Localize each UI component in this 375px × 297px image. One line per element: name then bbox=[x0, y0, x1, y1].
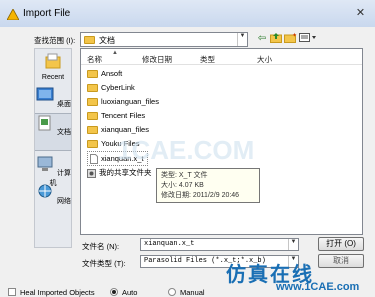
list-item[interactable]: luoxianguan_files bbox=[87, 95, 159, 108]
file-icon bbox=[90, 154, 98, 165]
close-button[interactable]: ✕ bbox=[353, 7, 368, 20]
list-item[interactable]: 我的共享文件夹 bbox=[87, 166, 152, 179]
auto-label: Auto bbox=[122, 288, 138, 297]
filename-label: 文件名 (N): bbox=[82, 242, 120, 251]
place-label: 文档 bbox=[56, 129, 71, 136]
chevron-down-icon[interactable]: ▼ bbox=[288, 239, 298, 250]
sort-up-icon: ▲ bbox=[112, 50, 118, 56]
documents-icon bbox=[38, 115, 51, 131]
tooltip-modified: 修改日期: 2011/2/9 20:46 bbox=[161, 192, 240, 199]
folder-icon bbox=[87, 98, 98, 107]
heal-label: Heal Imported Objects bbox=[20, 288, 95, 297]
folder-icon bbox=[84, 36, 95, 44]
recent-icon bbox=[45, 53, 61, 69]
place-label: 桌面 bbox=[56, 101, 71, 108]
item-name: Tencent Files bbox=[101, 111, 146, 120]
filename-value: xianquan.x_t bbox=[144, 240, 195, 248]
places-bar: Recent 桌面 文档 计算机 网络 bbox=[34, 48, 72, 248]
tooltip-type: 类型: X_T 文件 bbox=[161, 172, 208, 179]
place-recent[interactable]: Recent bbox=[35, 52, 71, 81]
title-bar: Import File ✕ bbox=[0, 0, 375, 27]
svg-text:✦: ✦ bbox=[292, 32, 297, 39]
manual-label: Manual bbox=[180, 288, 205, 297]
folder-icon bbox=[87, 84, 98, 93]
chevron-down-icon[interactable]: ▼ bbox=[237, 33, 247, 46]
folder-icon bbox=[87, 140, 98, 149]
import-file-dialog: Import File ✕ 查找范围 (I): 文档 ▼ ⇦ ✦ Recent … bbox=[0, 0, 375, 297]
lookin-combo[interactable]: 文档 ▼ bbox=[80, 32, 248, 47]
place-network[interactable]: 网络 bbox=[35, 183, 71, 206]
window-title: Import File bbox=[23, 8, 71, 19]
watermark-mid: 1CAE.COM bbox=[117, 135, 255, 165]
cancel-button[interactable]: 取消 bbox=[318, 254, 364, 268]
lookin-value: 文档 bbox=[99, 36, 115, 45]
network-icon bbox=[38, 184, 52, 198]
item-name: luoxianguan_files bbox=[101, 97, 159, 106]
list-item[interactable]: CyberLink bbox=[87, 81, 135, 94]
new-folder-icon[interactable]: ✦ bbox=[284, 32, 297, 46]
up-folder-icon[interactable] bbox=[270, 32, 282, 46]
back-icon[interactable]: ⇦ bbox=[256, 32, 268, 46]
folder-icon bbox=[87, 112, 98, 121]
watermark-url: www.1CAE.com bbox=[276, 281, 360, 293]
computer-icon bbox=[37, 156, 53, 171]
ansys-logo-icon bbox=[7, 9, 19, 20]
place-label: Recent bbox=[41, 74, 65, 81]
filetype-label: 文件类型 (T): bbox=[82, 259, 126, 268]
place-label: 网络 bbox=[56, 198, 71, 205]
item-name: Ansoft bbox=[101, 69, 123, 78]
folder-icon bbox=[87, 126, 98, 135]
desktop-icon bbox=[36, 87, 54, 101]
header-divider bbox=[81, 64, 362, 65]
item-name: xianquan_files bbox=[101, 125, 149, 134]
filename-input[interactable]: xianquan.x_t ▼ bbox=[140, 238, 299, 251]
open-button[interactable]: 打开 (O) bbox=[318, 237, 364, 251]
lookin-label: 查找范围 (I): bbox=[34, 36, 76, 45]
item-name: CyberLink bbox=[101, 83, 135, 92]
file-tooltip: 类型: X_T 文件 大小: 4.07 KB 修改日期: 2011/2/9 20… bbox=[156, 168, 260, 203]
views-menu-icon[interactable] bbox=[299, 32, 317, 46]
folder-icon bbox=[87, 70, 98, 79]
place-desktop[interactable]: 桌面 bbox=[35, 86, 71, 109]
list-item[interactable]: Tencent Files bbox=[87, 109, 145, 122]
place-documents[interactable]: 文档 bbox=[35, 113, 71, 151]
list-item[interactable]: Ansoft bbox=[87, 67, 122, 80]
tooltip-size: 大小: 4.07 KB bbox=[161, 182, 204, 189]
shared-folder-icon bbox=[87, 168, 96, 178]
file-list[interactable]: 名称 ▲ 修改日期 类型 大小 Ansoft CyberLink luoxian… bbox=[80, 48, 363, 235]
item-name: 我的共享文件夹 bbox=[99, 168, 152, 177]
